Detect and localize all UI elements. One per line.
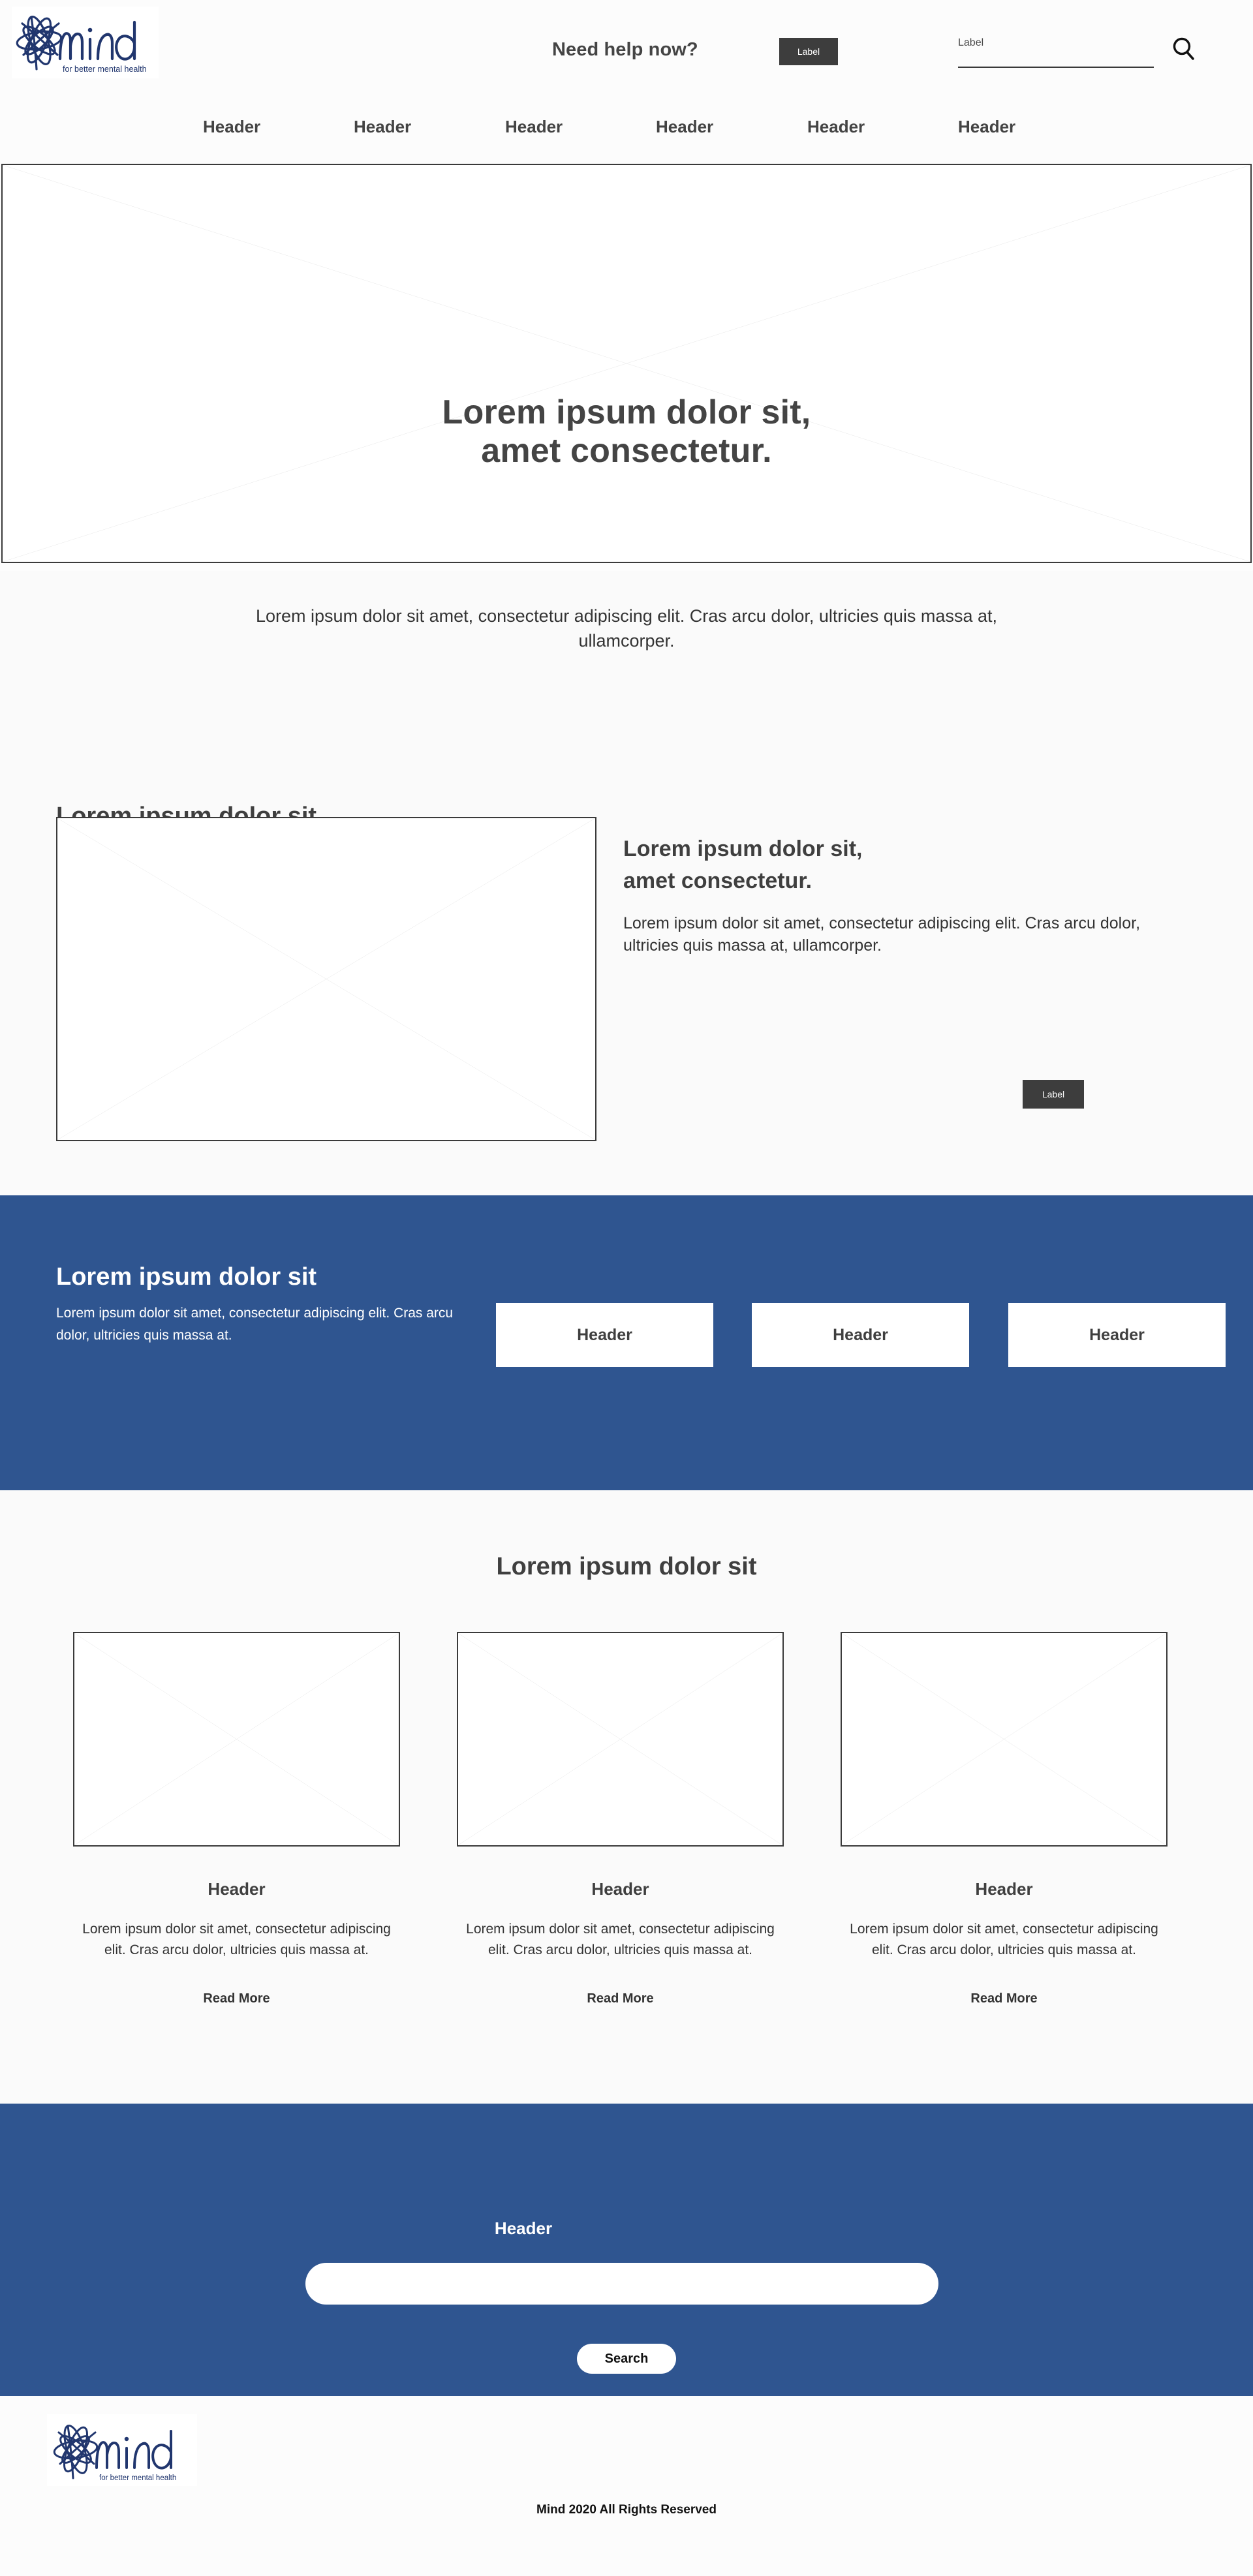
- header-search-field: Label: [958, 38, 1154, 68]
- content-card: Header Lorem ipsum dolor sit amet, conse…: [73, 1632, 400, 2006]
- feature-body: Lorem ipsum dolor sit amet, consectetur …: [623, 913, 1141, 955]
- content-card: Header Lorem ipsum dolor sit amet, conse…: [841, 1632, 1168, 2006]
- site-header: for better mental health Need help now? …: [0, 0, 1253, 101]
- intro-section: Lorem ipsum dolor sit amet, consectetur …: [0, 571, 1253, 731]
- header-search-input[interactable]: [958, 51, 1154, 67]
- copyright-text: Mind 2020 All Rights Reserved: [536, 2503, 717, 2517]
- cards-section-title: Lorem ipsum dolor sit: [496, 1553, 757, 1580]
- hero-title-line2: amet consectetur.: [481, 431, 772, 470]
- search-underline: [958, 67, 1154, 68]
- card-image-placeholder: [457, 1632, 784, 1847]
- placeholder-cross-icon: [458, 1633, 782, 1845]
- card-body: Lorem ipsum dolor sit amet, consectetur …: [850, 1922, 1158, 1957]
- nav-item-3[interactable]: Header: [505, 117, 563, 137]
- svg-text:for better mental health: for better mental health: [99, 2474, 176, 2482]
- intro-paragraph: Lorem ipsum dolor sit amet, consectetur …: [256, 606, 997, 651]
- main-navigation: Header Header Header Header Header Heade…: [0, 101, 1253, 159]
- card-body: Lorem ipsum dolor sit amet, consectetur …: [466, 1922, 775, 1957]
- feature-label-button[interactable]: Label: [1023, 1080, 1084, 1109]
- blue-band-title: Lorem ipsum dolor sit: [56, 1263, 317, 1291]
- feature-copy: Lorem ipsum dolor sit, amet consectetur.…: [623, 833, 1145, 957]
- card-image-placeholder: [73, 1632, 400, 1847]
- placeholder-cross-icon: [57, 818, 595, 1140]
- help-label-button[interactable]: Label: [779, 38, 838, 65]
- search-float-label: Label: [958, 37, 984, 48]
- feature-heading: Lorem ipsum dolor sit, amet consectetur.: [623, 833, 1145, 898]
- search-band-field-label: Header: [494, 2218, 553, 2238]
- card-body: Lorem ipsum dolor sit amet, consectetur …: [82, 1922, 391, 1957]
- footer-mind-logo[interactable]: for better mental health: [47, 2414, 197, 2486]
- placeholder-cross-icon: [74, 1633, 399, 1845]
- card-heading: Header: [975, 1879, 1033, 1899]
- nav-item-1[interactable]: Header: [203, 117, 260, 137]
- search-icon[interactable]: [1169, 34, 1198, 63]
- feature-image-placeholder: [56, 817, 596, 1141]
- svg-text:for better mental health: for better mental health: [63, 65, 147, 74]
- read-more-link[interactable]: Read More: [457, 1991, 784, 2006]
- mind-logo[interactable]: for better mental health: [12, 7, 159, 78]
- feature-heading-line1: Lorem ipsum dolor sit,: [623, 836, 863, 861]
- content-card: Header Lorem ipsum dolor sit amet, conse…: [457, 1632, 784, 2006]
- need-help-text: Need help now?: [552, 39, 698, 60]
- hero-section: Lorem ipsum dolor sit, amet consectetur.: [0, 159, 1253, 571]
- blue-card-1-label: Header: [577, 1325, 632, 1344]
- blue-card-3-label: Header: [1089, 1325, 1145, 1344]
- read-more-link[interactable]: Read More: [841, 1991, 1168, 2006]
- placeholder-cross-icon: [842, 1633, 1166, 1845]
- search-band-input[interactable]: [305, 2263, 938, 2305]
- blue-band-body: Lorem ipsum dolor sit amet, consectetur …: [56, 1306, 454, 1343]
- blue-card-1[interactable]: Header: [496, 1303, 713, 1367]
- hero-title: Lorem ipsum dolor sit, amet consectetur.: [0, 393, 1253, 470]
- search-button[interactable]: Search: [577, 2344, 676, 2374]
- blue-card-3[interactable]: Header: [1008, 1303, 1226, 1367]
- hero-image-placeholder: [1, 164, 1252, 563]
- hero-title-line1: Lorem ipsum dolor sit,: [442, 393, 811, 431]
- feature-heading-line2: amet consectetur.: [623, 868, 812, 894]
- blue-card-2[interactable]: Header: [752, 1303, 969, 1367]
- read-more-link[interactable]: Read More: [73, 1991, 400, 2006]
- card-image-placeholder: [841, 1632, 1168, 1847]
- blue-card-2-label: Header: [833, 1325, 888, 1344]
- nav-item-6[interactable]: Header: [958, 117, 1015, 137]
- blue-band-cards: Header Header Header: [496, 1303, 1226, 1367]
- site-footer: for better mental health: [0, 2396, 1253, 2576]
- card-heading: Header: [208, 1879, 266, 1899]
- nav-item-5[interactable]: Header: [807, 117, 865, 137]
- nav-item-2[interactable]: Header: [354, 117, 411, 137]
- placeholder-cross-icon: [3, 165, 1250, 562]
- card-heading: Header: [591, 1879, 649, 1899]
- nav-item-4[interactable]: Header: [656, 117, 713, 137]
- wireframe-page: for better mental health Need help now? …: [0, 0, 1253, 2576]
